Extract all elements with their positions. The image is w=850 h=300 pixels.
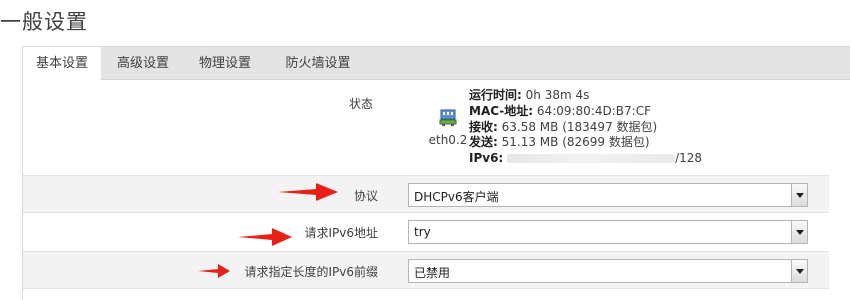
uptime-label: 运行时间: bbox=[469, 88, 522, 102]
protocol-select-value: DHCPv6客户端 bbox=[414, 190, 499, 204]
tab-advanced-settings[interactable]: 高级设置 bbox=[105, 47, 181, 80]
rx-value: 63.58 MB (183497 数据包) bbox=[501, 119, 658, 134]
protocol-label: 协议 bbox=[353, 189, 378, 203]
status-label: 状态 bbox=[349, 97, 374, 111]
mac-label: MAC-地址: bbox=[469, 103, 534, 118]
tab-physical-settings[interactable]: 物理设置 bbox=[187, 47, 263, 80]
prefix-length-row: 请求指定长度的IPv6前缀 已禁用 bbox=[23, 251, 829, 289]
mac-value: 64:09:80:4D:B7:CF bbox=[536, 103, 651, 118]
ipv6-label: IPv6: bbox=[469, 151, 504, 166]
prefix-length-label: 请求指定长度的IPv6前缀 bbox=[244, 265, 378, 279]
prefix-length-select-value: 已禁用 bbox=[414, 266, 451, 280]
tab-bar: 基本设置 高级设置 物理设置 防火墙设置 bbox=[23, 47, 850, 81]
protocol-dropdown-button[interactable] bbox=[791, 184, 807, 206]
network-port-icon bbox=[439, 109, 457, 126]
prefix-length-select[interactable]: 已禁用 bbox=[408, 259, 808, 283]
interface-badge: eth0.2 bbox=[428, 109, 468, 147]
annotation-arrow-icon bbox=[198, 264, 230, 278]
settings-panel: 基本设置 高级设置 物理设置 防火墙设置 状态 eth0.2 运行时间: 0h … bbox=[22, 46, 850, 300]
request-ipv6-dropdown-button[interactable] bbox=[791, 221, 807, 243]
ipv6-suffix: /128 bbox=[675, 151, 703, 166]
interface-name: eth0.2 bbox=[428, 133, 468, 147]
page-title: 一般设置 bbox=[0, 10, 88, 34]
protocol-row: 协议 DHCPv6客户端 bbox=[23, 175, 829, 213]
request-ipv6-label: 请求IPv6地址 bbox=[304, 226, 378, 240]
uptime-value: 0h 38m 4s bbox=[525, 88, 590, 102]
annotation-arrow-icon bbox=[238, 228, 292, 246]
request-ipv6-select[interactable]: try bbox=[408, 220, 808, 244]
annotation-arrow-icon bbox=[278, 183, 338, 201]
protocol-select[interactable]: DHCPv6客户端 bbox=[408, 183, 808, 207]
tab-firewall-settings[interactable]: 防火墙设置 bbox=[273, 47, 363, 80]
tab-basic-settings[interactable]: 基本设置 bbox=[23, 47, 101, 81]
rx-label: 接收: bbox=[469, 119, 498, 134]
prefix-length-dropdown-button[interactable] bbox=[791, 260, 807, 282]
interface-status-info: 运行时间: 0h 38m 4s MAC-地址: 64:09:80:4D:B7:C… bbox=[469, 88, 702, 167]
redacted-ipv6-address bbox=[507, 154, 676, 164]
chevron-down-icon bbox=[796, 230, 804, 235]
chevron-down-icon bbox=[796, 193, 804, 198]
chevron-down-icon bbox=[796, 269, 804, 274]
request-ipv6-select-value: try bbox=[414, 225, 431, 239]
tx-value: 51.13 MB (82699 数据包) bbox=[501, 135, 650, 150]
tx-label: 发送: bbox=[469, 135, 498, 150]
request-ipv6-row: 请求IPv6地址 try bbox=[23, 213, 829, 251]
